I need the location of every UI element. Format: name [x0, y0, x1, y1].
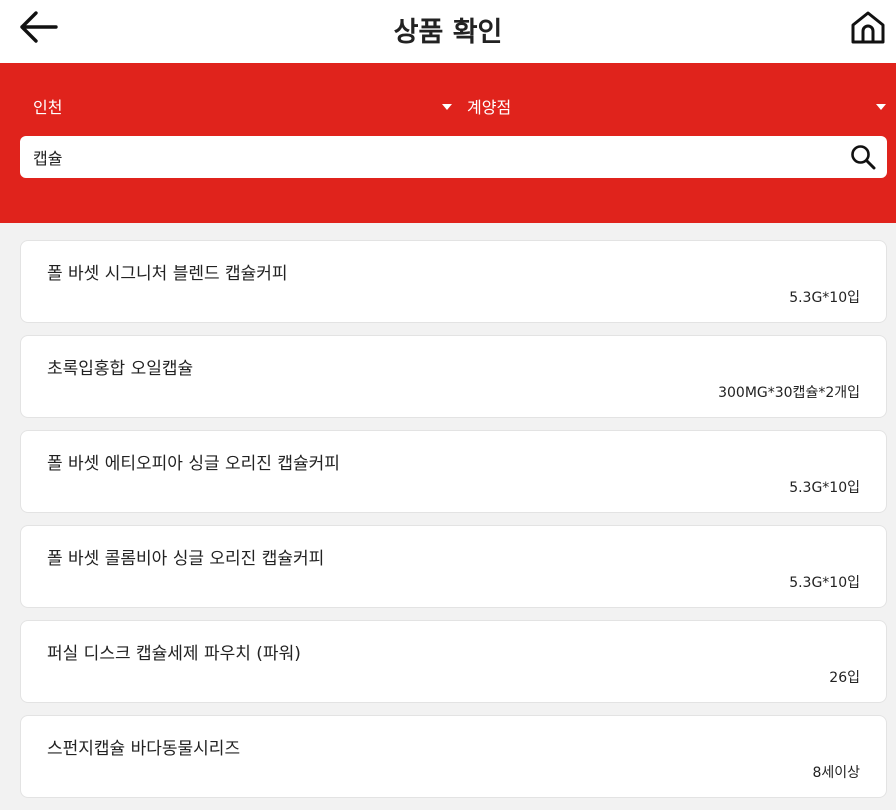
product-card[interactable]: 폴 바셋 에티오피아 싱글 오리진 캡슐커피 5.3G*10입: [20, 430, 887, 513]
caret-down-icon: [442, 104, 452, 110]
caret-down-icon: [876, 104, 886, 110]
page-title: 상품 확인: [393, 17, 503, 48]
product-name: 폴 바셋 콜롬비아 싱글 오리진 캡슐커피: [47, 549, 325, 569]
product-name: 퍼실 디스크 캡슐세제 파우치 (파워): [47, 644, 301, 664]
home-button[interactable]: [846, 6, 890, 48]
product-name: 스펀지캡슐 바다동물시리즈: [47, 739, 241, 759]
search-icon: [851, 145, 876, 170]
home-icon: [851, 11, 885, 44]
app-header: 상품 확인: [0, 0, 896, 63]
region-dropdown[interactable]: 인천: [33, 89, 452, 123]
product-name: 폴 바셋 시그니처 블렌드 캡슐커피: [47, 264, 288, 284]
product-card[interactable]: 폴 바셋 콜롬비아 싱글 오리진 캡슐커피 5.3G*10입: [20, 525, 887, 608]
product-spec: 5.3G*10입: [789, 480, 860, 496]
product-spec: 8세이상: [812, 765, 860, 781]
product-spec: 5.3G*10입: [789, 575, 860, 591]
region-dropdown-value: 인천: [33, 98, 63, 117]
product-card[interactable]: 폴 바셋 시그니처 블렌드 캡슐커피 5.3G*10입: [20, 240, 887, 323]
product-card[interactable]: 퍼실 디스크 캡슐세제 파우치 (파워) 26입: [20, 620, 887, 703]
search-button[interactable]: [839, 136, 887, 178]
product-list: 폴 바셋 시그니처 블렌드 캡슐커피 5.3G*10입 초록입홍합 오일캡슐 3…: [20, 240, 887, 810]
product-name: 폴 바셋 에티오피아 싱글 오리진 캡슐커피: [47, 454, 340, 474]
product-spec: 5.3G*10입: [789, 290, 860, 306]
store-dropdown[interactable]: 계양점: [467, 89, 886, 123]
product-name: 초록입홍합 오일캡슐: [47, 359, 194, 379]
product-card[interactable]: 초록입홍합 오일캡슐 300MG*30캡슐*2개입: [20, 335, 887, 418]
product-card[interactable]: 스펀지캡슐 바다동물시리즈 8세이상: [20, 715, 887, 798]
search-box: [20, 136, 887, 178]
filter-panel: 인천 계양점: [0, 63, 896, 223]
product-spec: 26입: [829, 670, 860, 686]
search-input[interactable]: [20, 136, 839, 178]
store-dropdown-value: 계양점: [467, 98, 512, 117]
product-spec: 300MG*30캡슐*2개입: [718, 385, 860, 401]
